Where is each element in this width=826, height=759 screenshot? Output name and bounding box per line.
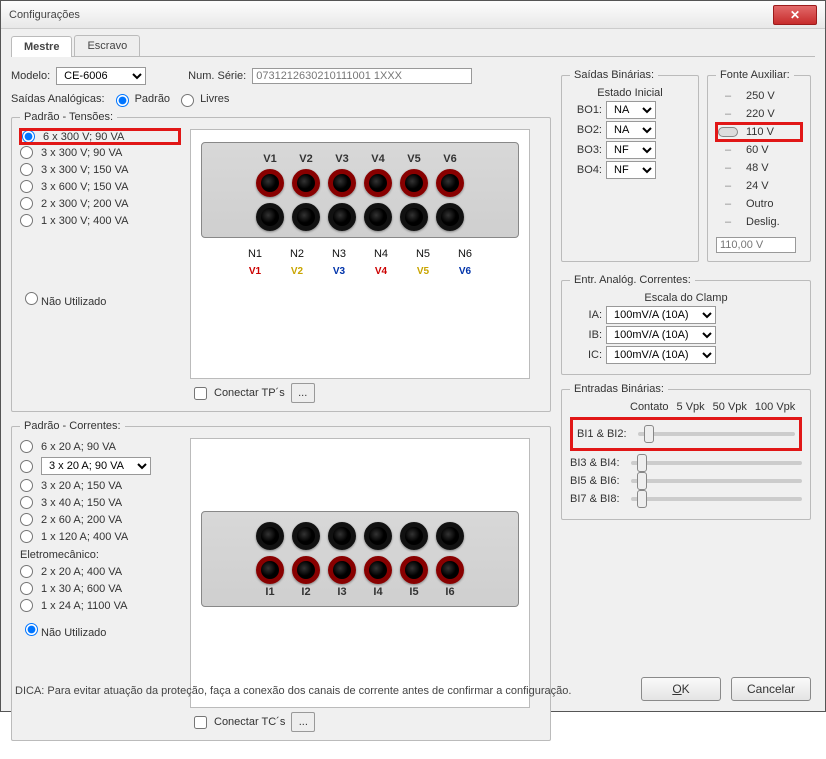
opt-corr-nao[interactable]: Não Utilizado [20, 620, 180, 639]
opt-tensao-1[interactable]: 3 x 300 V; 90 VA [20, 144, 180, 161]
window-title: Configurações [9, 9, 773, 21]
radio-livres[interactable]: Livres [176, 91, 229, 107]
bo2-select[interactable]: NA [606, 121, 656, 139]
aux-110[interactable]: 110 V [716, 123, 802, 141]
slider-bi12[interactable] [638, 432, 795, 436]
aux-220[interactable]: –220 V [716, 105, 802, 123]
btn-tc-more[interactable]: ... [291, 712, 315, 732]
tab-mestre[interactable]: Mestre [11, 36, 72, 57]
numserie-field [252, 68, 472, 84]
modelo-label: Modelo: [11, 70, 50, 82]
aux-deslig[interactable]: –Deslig. [716, 213, 802, 231]
close-button[interactable]: ✕ [773, 5, 817, 25]
panel-entr-bin: Entradas Binárias: Contato 5 Vpk 50 Vpk … [561, 383, 811, 520]
opt-eletro-2[interactable]: 1 x 24 A; 1100 VA [20, 597, 180, 614]
ia-select[interactable]: 100mV/A (10A) [606, 306, 716, 324]
opt-corr-0[interactable]: 6 x 20 A; 90 VA [20, 438, 180, 455]
saidas-analog-label: Saídas Analógicas: [11, 93, 105, 105]
opt-corr-2[interactable]: 3 x 20 A; 150 VA [20, 477, 180, 494]
opt-corr-1[interactable]: 3 x 20 A; 90 VA [20, 455, 180, 477]
chk-conectar-tc[interactable]: Conectar TC´s [190, 713, 285, 732]
opt-tensao-2[interactable]: 3 x 300 V; 150 VA [20, 161, 180, 178]
diagram-tensoes: V1 V2 V3 V4 V5 V6 [190, 129, 530, 379]
aux-value [716, 237, 796, 253]
slider-bi34[interactable] [631, 461, 802, 465]
panel-saidas-bin: Saídas Binárias: Estado Inicial BO1:NA B… [561, 69, 699, 262]
btn-tp-more[interactable]: ... [291, 383, 315, 403]
tab-escravo[interactable]: Escravo [74, 35, 140, 56]
slider-bi56[interactable] [631, 479, 802, 483]
bo3-select[interactable]: NF [606, 141, 656, 159]
radio-padrao[interactable]: Padrão [111, 91, 170, 107]
ok-button[interactable]: OK [641, 677, 721, 701]
titlebar: Configurações ✕ [1, 1, 825, 29]
panel-entr-analog: Entr. Analóg. Correntes: Escala do Clamp… [561, 274, 811, 375]
slider-bi78[interactable] [631, 497, 802, 501]
eletro-label: Eletromecânico: [20, 549, 180, 561]
opt-eletro-0[interactable]: 2 x 20 A; 400 VA [20, 563, 180, 580]
opt-tensao-nao[interactable]: Não Utilizado [20, 289, 180, 308]
chk-conectar-tp[interactable]: Conectar TP´s [190, 384, 285, 403]
tabbar: Mestre Escravo [11, 35, 815, 57]
opt-corr-4[interactable]: 2 x 60 A; 200 VA [20, 511, 180, 528]
opt-corr-3[interactable]: 3 x 40 A; 150 VA [20, 494, 180, 511]
config-window: Configurações ✕ Mestre Escravo Modelo: C… [0, 0, 826, 712]
panel-fonte-aux: Fonte Auxiliar: –250 V –220 V 110 V –60 … [707, 69, 811, 262]
opt-eletro-1[interactable]: 1 x 30 A; 600 VA [20, 580, 180, 597]
opt-tensao-4[interactable]: 2 x 300 V; 200 VA [20, 195, 180, 212]
diagram-correntes: I1 I2 I3 I4 I5 I6 [190, 438, 530, 708]
opt-tensao-3[interactable]: 3 x 600 V; 150 VA [20, 178, 180, 195]
ic-select[interactable]: 100mV/A (10A) [606, 346, 716, 364]
numserie-label: Num. Série: [188, 70, 246, 82]
opt-tensao-5[interactable]: 1 x 300 V; 400 VA [20, 212, 180, 229]
bo1-select[interactable]: NA [606, 101, 656, 119]
hint-text: DICA: Para evitar atuação da proteção, f… [15, 685, 571, 697]
aux-24[interactable]: –24 V [716, 177, 802, 195]
modelo-select[interactable]: CE-6006 [56, 67, 146, 85]
aux-outro[interactable]: –Outro [716, 195, 802, 213]
aux-48[interactable]: –48 V [716, 159, 802, 177]
panel-tensoes: Padrão - Tensões: 6 x 300 V; 90 VA 3 x 3… [11, 111, 551, 412]
opt-corr-5[interactable]: 1 x 120 A; 400 VA [20, 528, 180, 545]
aux-250[interactable]: –250 V [716, 87, 802, 105]
opt-tensao-0[interactable]: 6 x 300 V; 90 VA [20, 129, 180, 144]
bo4-select[interactable]: NF [606, 161, 656, 179]
cancel-button[interactable]: Cancelar [731, 677, 811, 701]
aux-60[interactable]: –60 V [716, 141, 802, 159]
ib-select[interactable]: 100mV/A (10A) [606, 326, 716, 344]
